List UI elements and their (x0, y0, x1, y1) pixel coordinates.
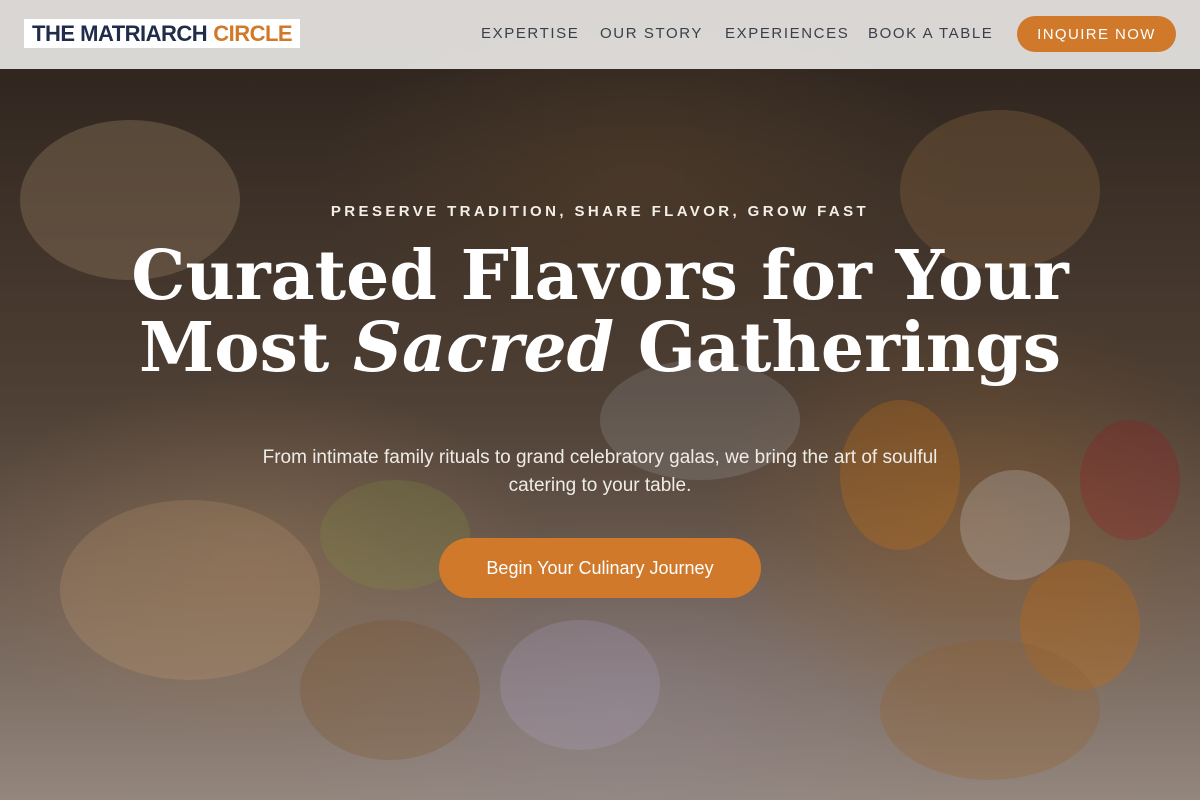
begin-journey-button[interactable]: Begin Your Culinary Journey (439, 538, 761, 598)
nav-link-book-a-table[interactable]: BOOK A TABLE (868, 25, 993, 42)
brand-name-accent: CIRCLE (213, 20, 293, 46)
site-header: THE MATRIARCH CIRCLE EXPERTISE OUR STORY… (0, 0, 1200, 69)
hero-dark-overlay (0, 0, 1200, 800)
hero-subtext: From intimate family rituals to grand ce… (262, 447, 938, 496)
headline-line-1: Curated Flavors for Your (131, 236, 1069, 316)
hero-eyebrow: PRESERVE TRADITION, SHARE FLAVOR, GROW F… (330, 203, 870, 220)
brand-name-primary: THE MATRIARCH (32, 20, 208, 46)
nav-link-expertise[interactable]: EXPERTISE (481, 25, 579, 42)
headline-emphasis: Sacred (352, 308, 615, 388)
nav-link-experiences[interactable]: EXPERIENCES (725, 25, 849, 42)
nav-link-our-story[interactable]: OUR STORY (600, 25, 703, 42)
hero-headline: Curated Flavors for Your Most Sacred Gat… (0, 240, 1200, 384)
headline-line-2-end: Gatherings (637, 308, 1062, 388)
brand-logo[interactable]: THE MATRIARCH CIRCLE (24, 19, 301, 48)
headline-line-2-start: Most (138, 308, 330, 388)
inquire-now-button[interactable]: INQUIRE NOW (1017, 16, 1176, 52)
